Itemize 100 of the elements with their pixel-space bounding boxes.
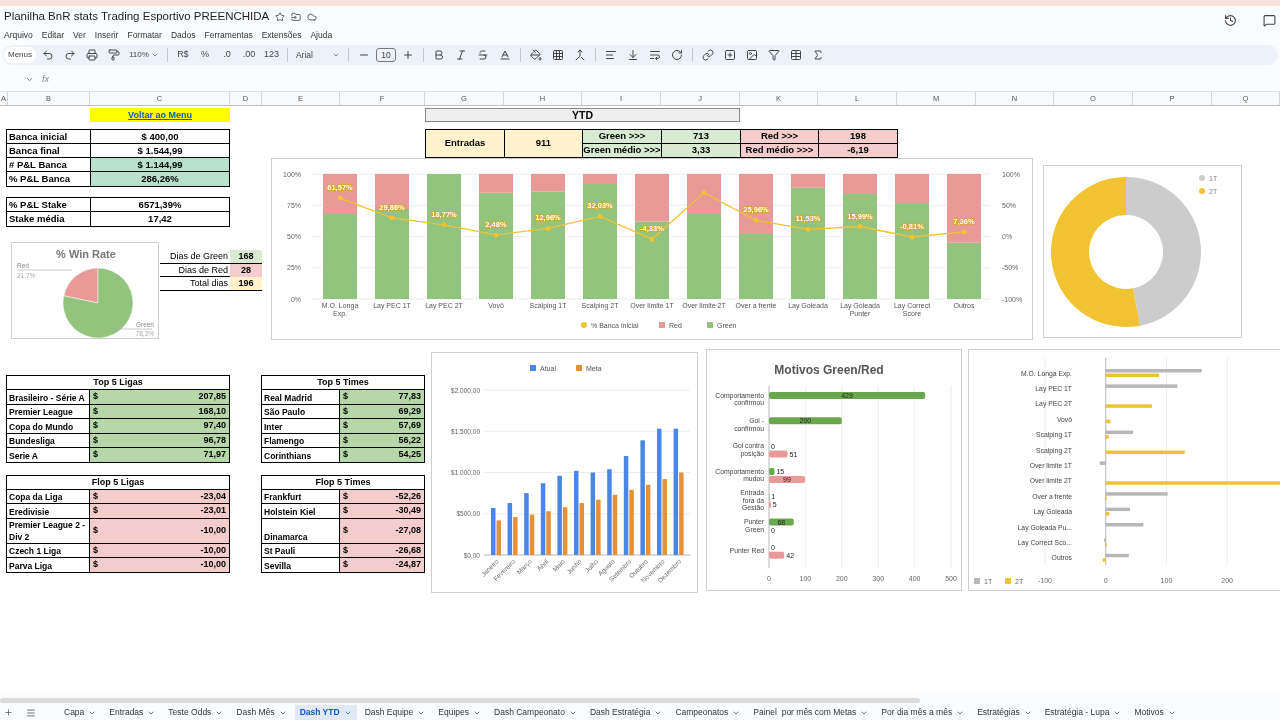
folder-icon[interactable] bbox=[291, 12, 302, 22]
sheet-tab[interactable]: Por dia mês a mês bbox=[876, 705, 970, 720]
table-title: Top 5 Times bbox=[261, 375, 425, 390]
amount: -52,26 bbox=[395, 489, 421, 503]
currency-symbol: $ bbox=[343, 504, 348, 517]
percent-button[interactable]: % bbox=[194, 45, 215, 65]
menu-item[interactable]: Formatar bbox=[127, 28, 162, 42]
label-cell: Entradas bbox=[426, 130, 505, 158]
plus-icon bbox=[401, 49, 414, 61]
amount: 97,40 bbox=[203, 419, 226, 432]
name-cell: Dinamarca bbox=[261, 518, 340, 544]
font-select[interactable]: Arial bbox=[292, 47, 343, 63]
menu-item[interactable]: Dados bbox=[170, 28, 196, 42]
borders-icon bbox=[551, 49, 564, 61]
caret-icon bbox=[150, 51, 159, 59]
rotate-icon bbox=[670, 49, 683, 61]
filter-icon bbox=[767, 49, 780, 61]
chart-title: % Win Rate bbox=[56, 248, 116, 260]
sheet-tab[interactable]: Motivos bbox=[1129, 705, 1181, 720]
name-cell: Sevilla bbox=[261, 558, 340, 573]
data-point bbox=[857, 224, 863, 229]
currency-symbol: $ bbox=[93, 390, 98, 403]
increase-decimal-button[interactable]: .00 bbox=[238, 45, 259, 65]
menu-item[interactable]: Arquivo bbox=[4, 28, 33, 42]
bar bbox=[1105, 404, 1152, 408]
amount: 168,10 bbox=[198, 404, 226, 418]
sheet-tab[interactable]: Dash Campeonato bbox=[489, 705, 582, 720]
menu-link[interactable]: Voltar ao Menu bbox=[90, 108, 230, 122]
name-cell: Brasileiro - Série A bbox=[6, 390, 90, 405]
sheet-tab[interactable]: Entradas bbox=[104, 705, 161, 720]
currency-symbol: $ bbox=[93, 419, 98, 432]
sheet-tab[interactable]: Dash Estratégia bbox=[584, 705, 668, 720]
legend-marker-icon bbox=[1005, 578, 1011, 584]
add-comment-icon bbox=[723, 49, 736, 61]
align-bottom-icon bbox=[626, 49, 639, 61]
data-point bbox=[545, 225, 551, 231]
name-cell: Holstein Kiel bbox=[261, 504, 340, 519]
menu-item[interactable]: Inserir bbox=[94, 28, 119, 42]
strikethrough-icon bbox=[476, 49, 489, 61]
currency-symbol: $ bbox=[93, 489, 98, 503]
sheet-tab[interactable]: Capa bbox=[59, 705, 102, 720]
wrap-text-icon bbox=[648, 49, 661, 61]
menu-item[interactable]: Ajuda bbox=[310, 28, 333, 42]
menu-item[interactable]: Ferramentas bbox=[204, 28, 253, 42]
menu-item[interactable]: Extensões bbox=[261, 28, 302, 42]
document-title[interactable]: Planilha BnR stats Trading Esportivo PREENCHIDA bbox=[4, 8, 270, 26]
name-cell: Serie A bbox=[6, 448, 90, 463]
legend-marker-icon bbox=[530, 365, 536, 371]
add-sheet-icon[interactable] bbox=[4, 708, 13, 717]
sheet-tab[interactable]: Dash YTD bbox=[294, 705, 357, 720]
table-title: Flop 5 Ligas bbox=[6, 474, 230, 490]
name-cell: Corinthians bbox=[261, 448, 340, 463]
amount: 207,85 bbox=[198, 390, 226, 403]
image-icon bbox=[745, 49, 758, 61]
bar bbox=[1099, 461, 1106, 465]
name-cell: Parva Liga bbox=[6, 558, 90, 573]
formula-icon: fx bbox=[42, 72, 49, 87]
sheet-tab[interactable]: Estratégias bbox=[972, 705, 1037, 720]
value-cell: $ 1.144,99 bbox=[91, 158, 229, 171]
label-cell: Red médio >>> bbox=[741, 144, 819, 158]
italic-icon bbox=[454, 49, 467, 61]
menus-button[interactable]: Menus bbox=[4, 47, 36, 63]
history-icon[interactable] bbox=[1224, 13, 1237, 27]
sheet-tab[interactable]: Campeonatos bbox=[670, 705, 746, 720]
bar bbox=[1105, 523, 1144, 527]
comment-icon[interactable] bbox=[1263, 13, 1276, 27]
currency-button[interactable]: R$ bbox=[172, 45, 193, 65]
scrollbar-thumb[interactable] bbox=[0, 697, 920, 703]
row-label: Total dias bbox=[188, 277, 229, 290]
currency-symbol: $ bbox=[93, 404, 98, 418]
legend-marker-icon bbox=[974, 578, 980, 584]
menu-item[interactable]: Ver bbox=[73, 28, 86, 42]
caret-icon[interactable] bbox=[25, 75, 34, 84]
data-point bbox=[909, 234, 915, 240]
menu-item[interactable]: Editar bbox=[41, 28, 65, 42]
font-size-field[interactable]: 10 bbox=[375, 48, 396, 62]
sheet-tab[interactable]: Equipes bbox=[433, 705, 486, 720]
sheet-tab[interactable]: Dash Equipe bbox=[359, 705, 431, 720]
number-format-button[interactable]: 123 bbox=[260, 45, 282, 65]
name-cell: Eredivisie bbox=[6, 504, 90, 519]
section-title: YTD bbox=[425, 108, 740, 122]
currency-symbol: $ bbox=[343, 558, 348, 571]
data-point bbox=[337, 195, 343, 201]
decrease-decimal-button[interactable]: .0 bbox=[216, 45, 237, 65]
zoom-select[interactable]: 110% bbox=[126, 47, 162, 63]
legend-marker-icon bbox=[659, 322, 665, 328]
merge-icon bbox=[573, 49, 586, 61]
currency-symbol: $ bbox=[343, 404, 348, 418]
star-icon[interactable] bbox=[275, 12, 286, 22]
sheet-tab[interactable]: Dash Mês bbox=[231, 705, 292, 720]
sheet-tab[interactable]: Teste Odds bbox=[163, 705, 229, 720]
value-cell: 196 bbox=[230, 277, 262, 290]
name-cell: Premier League 2 - Div 2 bbox=[6, 518, 90, 544]
currency-symbol: $ bbox=[343, 523, 348, 537]
bar bbox=[769, 450, 788, 458]
bar bbox=[947, 242, 981, 299]
cloud-icon[interactable] bbox=[307, 12, 318, 22]
sheet-tab[interactable]: Estratégia - Lupa bbox=[1039, 705, 1127, 720]
sheet-tab[interactable]: Painel por mês com Metas bbox=[748, 705, 874, 720]
value-cell: 198 bbox=[819, 130, 898, 144]
